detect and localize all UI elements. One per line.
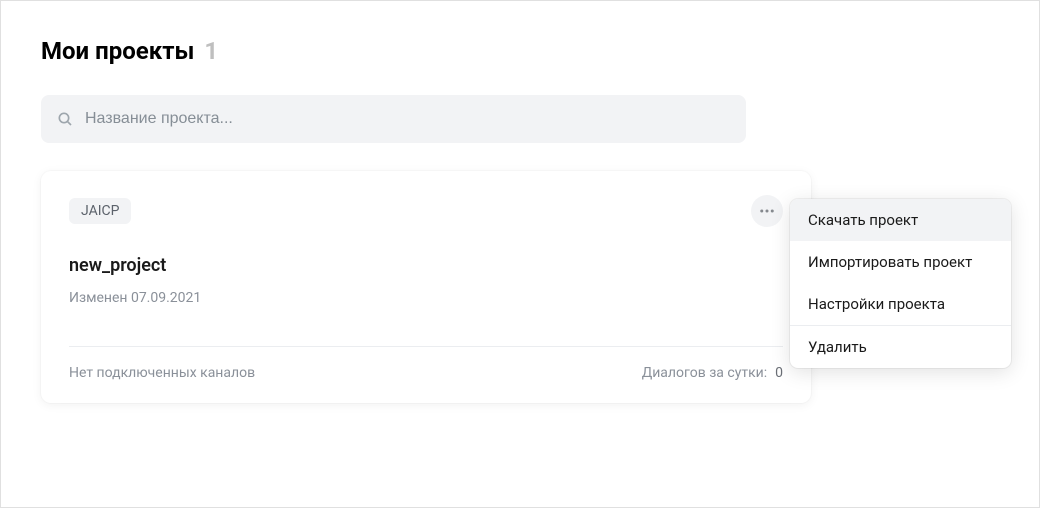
project-name: new_project — [69, 255, 783, 276]
menu-item-import[interactable]: Импортировать проект — [790, 241, 1011, 283]
project-modified: Изменен 07.09.2021 — [69, 290, 783, 306]
page-title: Мои проекты — [41, 37, 194, 65]
project-context-menu: Скачать проект Импортировать проект Наст… — [790, 199, 1011, 368]
no-channels-text: Нет подключенных каналов — [69, 365, 255, 381]
menu-item-delete[interactable]: Удалить — [790, 326, 1011, 368]
search-input[interactable] — [85, 110, 730, 128]
more-horizontal-icon — [758, 202, 776, 220]
dialogs-count: 0 — [775, 365, 783, 381]
search-bar[interactable] — [41, 95, 746, 143]
menu-item-settings[interactable]: Настройки проекта — [790, 283, 1011, 325]
search-icon — [57, 111, 73, 127]
more-button[interactable] — [751, 195, 783, 227]
page-header: Мои проекты 1 — [41, 37, 999, 65]
projects-count: 1 — [204, 37, 218, 65]
project-card[interactable]: JAICP new_project Изменен 07.09.2021 Нет… — [41, 171, 811, 403]
divider — [69, 346, 783, 347]
project-tag: JAICP — [69, 198, 131, 224]
menu-item-download[interactable]: Скачать проект — [790, 199, 1011, 241]
dialogs-label: Диалогов за сутки: — [642, 365, 767, 381]
dialogs-stat: Диалогов за сутки: 0 — [642, 365, 783, 381]
